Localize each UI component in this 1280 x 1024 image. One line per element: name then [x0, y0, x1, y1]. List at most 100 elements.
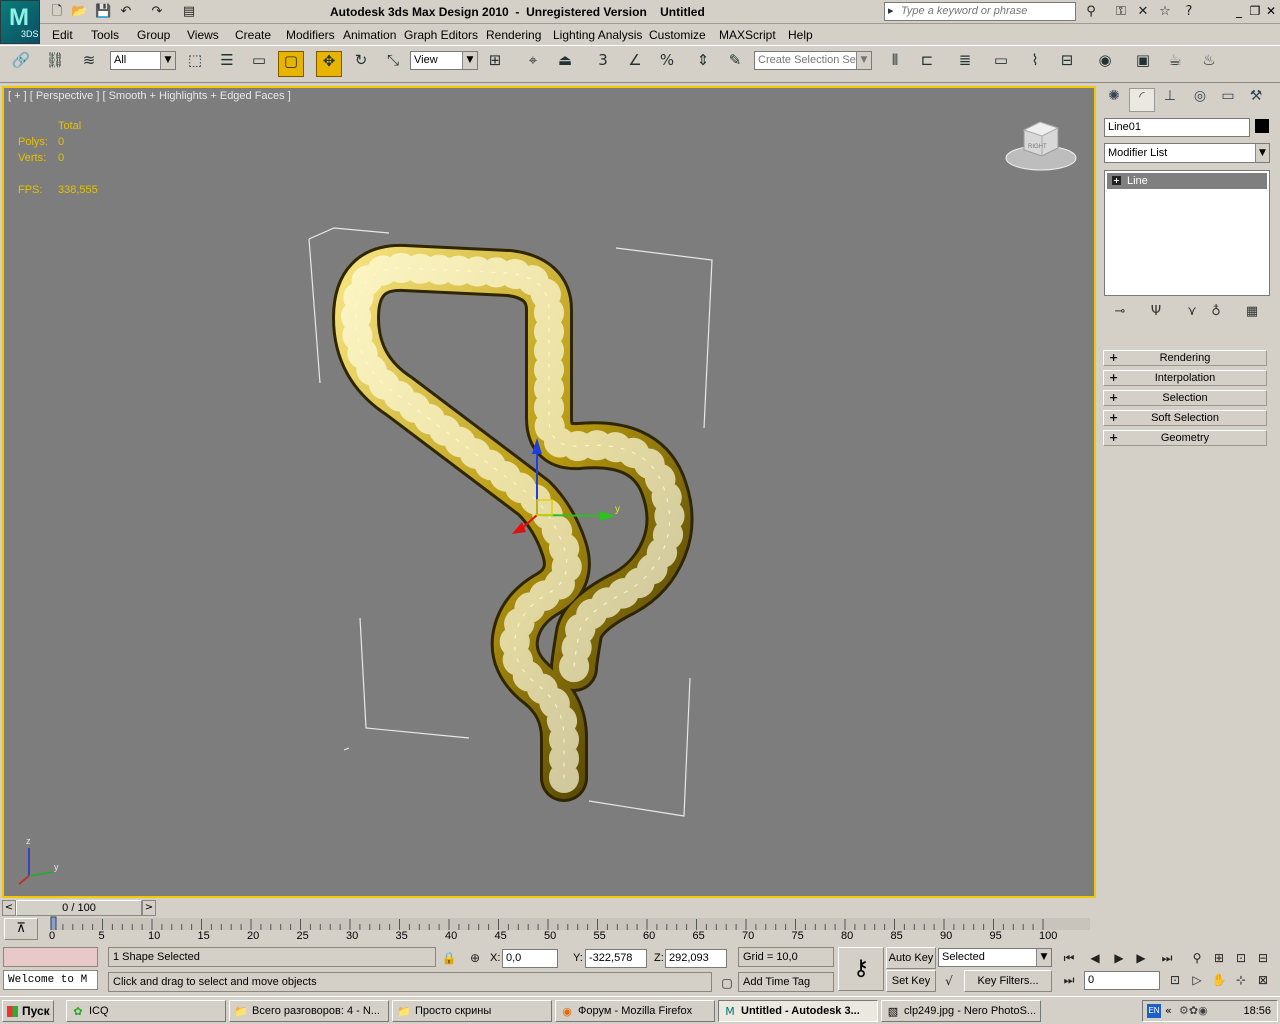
search-input[interactable]: Type a keyword or phrase: [884, 2, 1076, 21]
time-tag-icon[interactable]: ▢: [716, 974, 738, 992]
save-icon[interactable]: 💾: [94, 3, 112, 20]
auto-key-button[interactable]: Auto Key: [886, 947, 936, 969]
x-coordinate-field[interactable]: 0,0: [502, 949, 558, 968]
menu-rendering[interactable]: Rendering: [486, 28, 541, 42]
key-mode-dropdown[interactable]: Selected ▼: [938, 948, 1052, 967]
maxscript-mini-listener[interactable]: Welcome to M: [3, 970, 98, 990]
modifier-stack[interactable]: + Line: [1104, 170, 1270, 296]
rollout-soft-selection[interactable]: + Soft Selection: [1103, 410, 1267, 426]
task-nero-photosnap[interactable]: ▧ clp249.jpg - Nero PhotoS...: [881, 1000, 1041, 1022]
select-and-move-icon[interactable]: ✥: [316, 51, 342, 77]
window-crossing-icon[interactable]: ▢: [278, 51, 304, 77]
selection-lock-icon[interactable]: 🔒: [438, 949, 460, 967]
modify-tab-icon[interactable]: ◜: [1129, 88, 1155, 112]
hierarchy-tab-icon[interactable]: ⊥: [1157, 88, 1183, 112]
z-coordinate-field[interactable]: 292,093: [665, 949, 727, 968]
zoom-all-icon[interactable]: ⊞: [1208, 949, 1230, 967]
tray-apps-icon[interactable]: ⚙✿◉: [1179, 1004, 1208, 1017]
menu-graph-editors[interactable]: Graph Editors: [404, 28, 478, 42]
menu-animation[interactable]: Animation: [343, 28, 396, 42]
schematic-view-icon[interactable]: ⊟: [1054, 51, 1080, 77]
graphite-ribbon-icon[interactable]: ▭: [988, 51, 1014, 77]
rectangular-selection-icon[interactable]: ▭: [246, 51, 272, 77]
pivot-center-icon[interactable]: ⊞: [482, 51, 508, 77]
rendered-frame-window-icon[interactable]: ☕: [1162, 51, 1188, 77]
pin-stack-icon[interactable]: ⊸: [1109, 304, 1131, 322]
task-conversations[interactable]: 📁 Всего разговоров: 4 - N...: [229, 1000, 389, 1022]
object-name-field[interactable]: Line01: [1104, 118, 1250, 137]
menu-edit[interactable]: Edit: [52, 28, 73, 42]
viewcube[interactable]: RIGHT: [1005, 121, 1077, 171]
minimize-icon[interactable]: _: [1232, 4, 1246, 18]
task-screenshots-folder[interactable]: 📁 Просто скрины: [392, 1000, 552, 1022]
menu-tools[interactable]: Tools: [91, 28, 119, 42]
maximize-viewport-icon[interactable]: ⊠: [1252, 971, 1274, 989]
key-filters-button[interactable]: Key Filters...: [964, 970, 1052, 992]
link-icon[interactable]: 🔗: [8, 51, 34, 77]
project-folder-icon[interactable]: ▤: [180, 3, 198, 20]
rollout-selection[interactable]: + Selection: [1103, 390, 1267, 406]
binoculars-icon[interactable]: ⚲: [1082, 3, 1100, 20]
select-object-icon[interactable]: ⬚: [182, 51, 208, 77]
field-of-view-icon[interactable]: ▷: [1186, 971, 1208, 989]
menu-lighting-analysis[interactable]: Lighting Analysis: [553, 28, 642, 42]
app-logo-button[interactable]: M 3DS: [0, 0, 40, 44]
restore-icon[interactable]: ❐: [1248, 4, 1262, 18]
select-and-scale-icon[interactable]: ⤡: [380, 51, 406, 77]
task-3dsmax[interactable]: M Untitled - Autodesk 3...: [718, 1000, 878, 1022]
subscription-icon[interactable]: ⚿: [1112, 3, 1130, 20]
menu-create[interactable]: Create: [235, 28, 271, 42]
set-key-button[interactable]: Set Key: [886, 970, 936, 992]
menu-group[interactable]: Group: [137, 28, 170, 42]
make-unique-icon[interactable]: ⋎: [1181, 304, 1203, 322]
time-next-icon[interactable]: >: [142, 900, 156, 916]
communication-icon[interactable]: ✕: [1134, 3, 1152, 20]
mirror-icon[interactable]: ⫴: [882, 51, 908, 77]
time-configuration-icon[interactable]: ⊡: [1164, 971, 1186, 989]
pan-view-icon[interactable]: ✋: [1208, 971, 1230, 989]
rollout-rendering[interactable]: + Rendering: [1103, 350, 1267, 366]
material-editor-icon[interactable]: ◉: [1092, 51, 1118, 77]
key-mode-toggle-icon[interactable]: ⏭: [1058, 971, 1080, 989]
motion-tab-icon[interactable]: ◎: [1187, 88, 1213, 112]
help-icon[interactable]: ?: [1180, 3, 1198, 20]
select-and-rotate-icon[interactable]: ↻: [348, 51, 374, 77]
play-icon[interactable]: ▶: [1108, 949, 1130, 967]
zoom-extents-icon[interactable]: ⊡: [1230, 949, 1252, 967]
stack-item-line[interactable]: + Line: [1107, 173, 1267, 189]
trackbar[interactable]: ⊼ 0 5 10 15 20 25 30 35 40 45 50 55 60 65 70 75 80 85 90 95…: [0, 916, 1280, 944]
close-icon[interactable]: ✕: [1264, 4, 1278, 18]
render-setup-icon[interactable]: ▣: [1130, 51, 1156, 77]
default-tangents-icon[interactable]: √: [938, 972, 960, 990]
task-icq[interactable]: ✿ ICQ: [66, 1000, 226, 1022]
reference-coordinate-dropdown[interactable]: View ▼: [410, 51, 478, 70]
rollout-interpolation[interactable]: + Interpolation: [1103, 370, 1267, 386]
next-frame-icon[interactable]: ▶: [1130, 949, 1152, 967]
tray-expand-icon[interactable]: «: [1165, 1004, 1172, 1017]
set-key-big-icon[interactable]: ⚷: [838, 947, 884, 991]
menu-help[interactable]: Help: [788, 28, 813, 42]
percent-snap-icon[interactable]: %: [654, 51, 680, 77]
spinner-snap-icon[interactable]: ⇕: [690, 51, 716, 77]
bind-space-warp-icon[interactable]: ≋: [76, 51, 102, 77]
configure-modifier-sets-icon[interactable]: ▦: [1241, 304, 1263, 322]
snaps-toggle-icon[interactable]: 3: [590, 51, 616, 77]
redo-icon[interactable]: ↷: [148, 3, 166, 20]
open-file-icon[interactable]: 📂: [70, 3, 88, 20]
go-to-start-icon[interactable]: ⏮: [1058, 949, 1080, 967]
select-by-name-icon[interactable]: ☰: [214, 51, 240, 77]
zoom-extents-all-icon[interactable]: ⊟: [1252, 949, 1274, 967]
undo-icon[interactable]: ↶: [117, 3, 135, 20]
menu-modifiers[interactable]: Modifiers: [286, 28, 335, 42]
object-color-swatch[interactable]: [1255, 119, 1269, 133]
named-selection-set-dropdown[interactable]: Create Selection Se ▼: [754, 51, 872, 70]
perspective-viewport[interactable]: [ + ] [ Perspective ] [ Smooth + Highlig…: [2, 86, 1096, 898]
maxscript-listener-pink[interactable]: [3, 947, 98, 967]
start-button[interactable]: Пуск: [2, 1000, 54, 1022]
current-frame-field[interactable]: 0: [1084, 971, 1160, 990]
time-slider[interactable]: < 0 / 100 >: [2, 900, 158, 916]
selection-filter-dropdown[interactable]: All ▼: [110, 51, 176, 70]
remove-modifier-icon[interactable]: ♁: [1205, 304, 1227, 322]
menu-maxscript[interactable]: MAXScript: [719, 28, 776, 42]
time-prev-icon[interactable]: <: [2, 900, 16, 916]
